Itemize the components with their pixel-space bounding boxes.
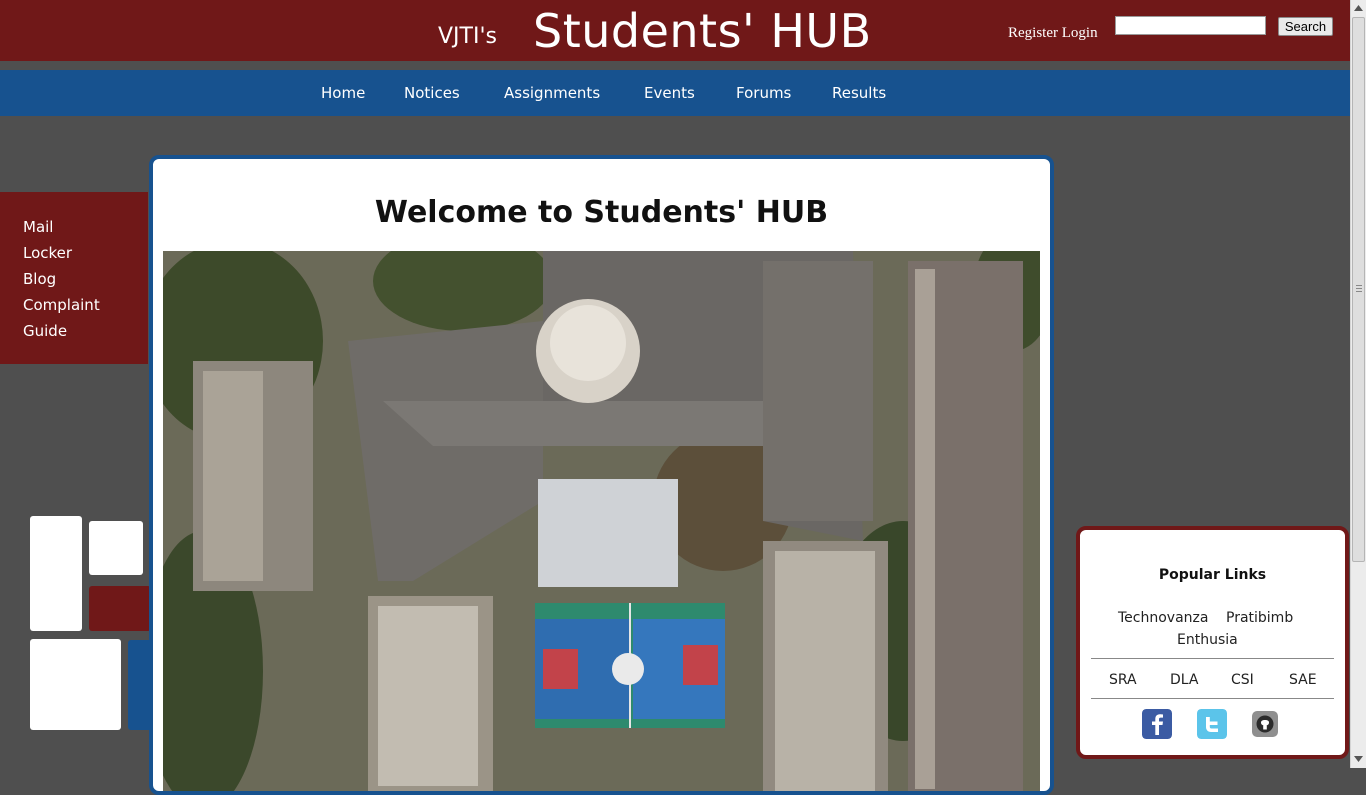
nav-item-forums[interactable]: Forums [736,84,791,102]
divider [1091,698,1334,699]
link-enthusia[interactable]: Enthusia [1177,632,1238,648]
main-nav: Home Notices Assignments Events Forums R… [0,70,1350,116]
link-pratibimb[interactable]: Pratibimb [1226,610,1293,626]
sidebar-item-complaint[interactable]: Complaint [23,296,100,314]
quick-links-sidebar: Mail Locker Blog Complaint Guide [0,192,148,364]
main-content-panel: Welcome to Students' HUB [149,155,1054,795]
nav-item-results[interactable]: Results [832,84,886,102]
link-dla[interactable]: DLA [1170,672,1198,688]
sidebar-item-locker[interactable]: Locker [23,244,72,262]
register-link[interactable]: Register [1008,25,1058,41]
decor-tile [89,521,143,575]
nav-item-assignments[interactable]: Assignments [504,84,600,102]
nav-item-home[interactable]: Home [321,84,365,102]
site-title: Students' HUB [533,4,872,58]
popular-links-box: Popular Links Technovanza Pratibimb Enth… [1076,526,1349,759]
decor-tile [30,516,82,631]
link-csi[interactable]: CSI [1231,672,1254,688]
link-technovanza[interactable]: Technovanza [1118,610,1208,626]
scroll-down-icon[interactable] [1354,756,1363,762]
nav-item-events[interactable]: Events [644,84,695,102]
auth-links: Register Login [1008,25,1098,42]
decor-tile [89,586,151,631]
link-sae[interactable]: SAE [1289,672,1317,688]
sidebar-item-blog[interactable]: Blog [23,270,56,288]
vertical-scrollbar[interactable] [1350,0,1366,768]
sidebar-item-guide[interactable]: Guide [23,322,67,340]
search-button[interactable]: Search [1278,17,1333,36]
twitter-icon[interactable] [1197,709,1227,739]
page-title: Welcome to Students' HUB [374,195,829,230]
scrollbar-thumb[interactable] [1352,17,1365,562]
search-input[interactable] [1115,16,1266,35]
nav-item-notices[interactable]: Notices [404,84,460,102]
campus-aerial-image [163,251,1040,791]
github-icon[interactable] [1252,711,1278,737]
popular-links-title: Popular Links [1158,567,1267,583]
brand-prefix: VJTI's [438,24,497,49]
link-sra[interactable]: SRA [1109,672,1137,688]
scroll-up-icon[interactable] [1354,5,1363,11]
site-header: VJTI's Students' HUB Register Login Sear… [0,0,1350,61]
divider [1091,658,1334,659]
login-link[interactable]: Login [1062,25,1098,41]
decor-tile [30,639,121,730]
sidebar-item-mail[interactable]: Mail [23,218,53,236]
facebook-icon[interactable] [1142,709,1172,739]
